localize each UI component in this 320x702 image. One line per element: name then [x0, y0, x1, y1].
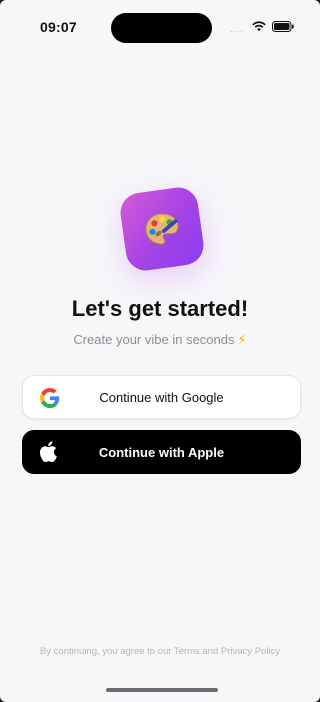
app-logo: [117, 184, 207, 274]
google-icon: [40, 388, 60, 408]
status-bar: 09:07 ....: [0, 0, 320, 56]
status-time: 09:07: [40, 19, 77, 35]
google-button-label: Continue with Google: [99, 389, 224, 405]
apple-button-label: Continue with Apple: [98, 444, 225, 460]
page-subtitle: Create your vibe in seconds ⚡: [0, 332, 320, 348]
battery-icon: [272, 21, 294, 32]
home-indicator[interactable]: [106, 688, 218, 692]
page-title: Let's get started!: [71, 296, 249, 321]
wifi-icon: [252, 21, 266, 32]
dynamic-island: [111, 13, 212, 43]
phone-screen: 09:07 .... Let's get started! Create you…: [0, 0, 320, 702]
continue-with-apple-button[interactable]: Continue with Apple: [22, 430, 301, 474]
signal-dots: ....: [230, 24, 245, 34]
apple-icon: [40, 441, 57, 462]
lightning-icon: ⚡: [237, 332, 247, 347]
subtitle-text: Create your vibe in seconds: [73, 332, 235, 347]
legal-footer: By continuing, you agree to our Terms an…: [39, 646, 281, 657]
palette-icon: [145, 213, 179, 245]
continue-with-google-button[interactable]: Continue with Google: [22, 375, 301, 419]
